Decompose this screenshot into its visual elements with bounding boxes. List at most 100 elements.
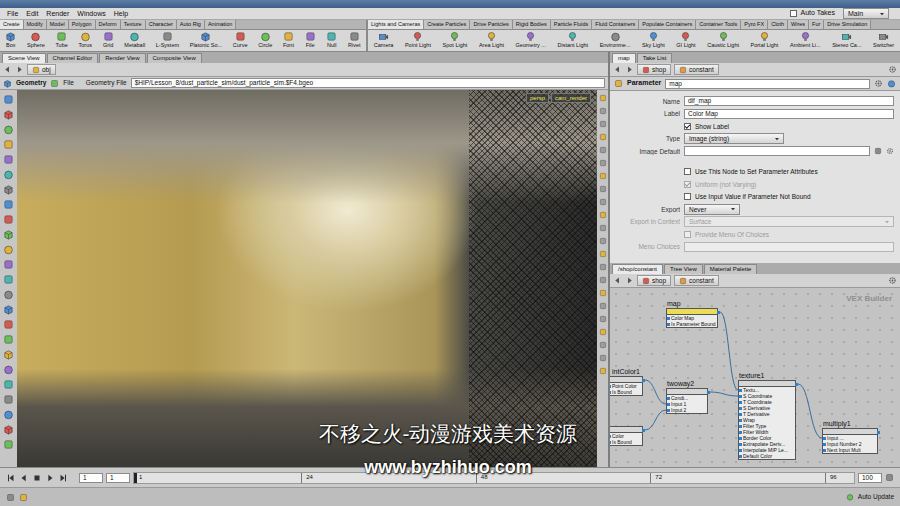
shelf-tool[interactable]: Geometry ... — [515, 30, 547, 51]
tool-icon[interactable] — [3, 184, 14, 195]
menu-item[interactable]: Windows — [73, 9, 109, 19]
node-input[interactable]: Condi... — [667, 395, 707, 401]
tool-icon[interactable] — [56, 31, 67, 42]
first-frame-icon[interactable] — [6, 473, 16, 483]
start-frame-field[interactable]: 1 — [79, 473, 103, 483]
vop-node[interactable]: multiply1Input ...Input Number 2Next Inp… — [822, 428, 878, 454]
sphere-icon[interactable] — [129, 31, 140, 42]
file-chooser-icon[interactable] — [874, 147, 882, 155]
viewport[interactable]: perspcam_render — [17, 90, 597, 467]
input-port[interactable] — [667, 323, 670, 326]
wire[interactable] — [645, 380, 666, 404]
shelf-tab[interactable]: Create — [0, 20, 24, 29]
display-option-icon[interactable] — [599, 289, 607, 297]
shelf-tab[interactable]: Modify — [24, 20, 47, 29]
node-input[interactable]: Border Color — [739, 435, 795, 441]
shelf-tool[interactable]: Switcher — [872, 30, 895, 51]
shelf-tab[interactable]: Wires — [788, 20, 809, 29]
wire[interactable] — [798, 384, 822, 438]
tool-icon[interactable] — [3, 199, 14, 210]
light-bulb-icon[interactable] — [486, 31, 497, 42]
tool-icon[interactable] — [3, 424, 14, 435]
shelf-tool[interactable]: Environme... — [599, 30, 632, 51]
display-option-icon[interactable] — [599, 120, 607, 128]
key-icon[interactable] — [885, 473, 894, 482]
tool-icon[interactable] — [3, 409, 14, 420]
vop-node[interactable]: ColorIs Bound — [610, 426, 643, 446]
node-input[interactable]: Is Parameter Bound — [667, 321, 717, 327]
input-port[interactable] — [739, 437, 742, 440]
light-bulb-icon[interactable] — [759, 31, 770, 42]
tool-icon[interactable] — [3, 229, 14, 240]
node-name-field[interactable]: map — [665, 79, 870, 89]
display-option-icon[interactable] — [599, 237, 607, 245]
sphere-icon[interactable] — [610, 31, 621, 42]
display-option-icon[interactable] — [599, 94, 607, 102]
stop-icon[interactable] — [32, 473, 42, 483]
shelf-tab[interactable]: Drive Simulation — [824, 20, 871, 29]
param-select[interactable]: Image (string) — [684, 133, 784, 144]
shelf-tool[interactable]: Spot Light — [442, 30, 469, 51]
pane-tab[interactable]: Composite View — [147, 53, 202, 63]
shelf-tab[interactable]: Rigid Bodies — [513, 20, 551, 29]
shelf-tool[interactable]: Distant Light — [556, 30, 589, 51]
gear-icon[interactable] — [874, 79, 883, 88]
network-canvas[interactable]: VEX BuildermapColor MapIs Parameter Boun… — [610, 288, 900, 467]
shelf-tool[interactable]: Portal Light — [750, 30, 780, 51]
input-port[interactable] — [739, 425, 742, 428]
gear-icon[interactable] — [888, 276, 897, 285]
node-input[interactable]: Extrapolate Deriv... — [739, 441, 795, 447]
tool-icon[interactable] — [305, 31, 316, 42]
pane-tab[interactable]: Channel Editor — [47, 53, 99, 63]
tool-icon[interactable] — [3, 259, 14, 270]
play-icon[interactable] — [45, 473, 55, 483]
vop-node[interactable]: mapColor MapIs Parameter Bound — [666, 308, 718, 328]
end-frame-field[interactable]: 100 — [858, 473, 882, 483]
sphere-icon[interactable] — [30, 31, 41, 42]
shelf-tool[interactable]: Sphere — [26, 30, 46, 51]
tool-icon[interactable] — [3, 379, 14, 390]
input-port[interactable] — [739, 389, 742, 392]
display-option-icon[interactable] — [599, 302, 607, 310]
camera-icon[interactable] — [878, 31, 889, 42]
display-option-icon[interactable] — [599, 185, 607, 193]
input-port[interactable] — [667, 317, 670, 320]
param-field[interactable]: Color Map — [684, 109, 894, 119]
node-input[interactable]: Textu... — [739, 387, 795, 393]
tool-icon[interactable] — [3, 214, 14, 225]
input-port[interactable] — [610, 385, 611, 388]
light-bulb-icon[interactable] — [718, 31, 729, 42]
input-port[interactable] — [739, 401, 742, 404]
node-input[interactable]: Color Map — [667, 315, 717, 321]
shelf-tab[interactable]: Character — [146, 20, 177, 29]
shelf-tab[interactable]: Lights and Cameras — [368, 20, 424, 29]
shelf-tool[interactable]: GI Light — [675, 30, 696, 51]
light-bulb-icon[interactable] — [567, 31, 578, 42]
shelf-tab[interactable]: Model — [47, 20, 69, 29]
display-option-icon[interactable] — [599, 146, 607, 154]
back-arrow-icon[interactable] — [3, 65, 12, 74]
step-back-icon[interactable] — [19, 473, 29, 483]
output-port[interactable] — [717, 311, 720, 314]
input-port[interactable] — [610, 441, 611, 444]
output-port[interactable] — [642, 379, 645, 382]
gear-icon[interactable] — [888, 65, 897, 74]
audio-icon[interactable] — [6, 493, 15, 502]
display-option-icon[interactable] — [599, 159, 607, 167]
node-input[interactable]: Input ... — [823, 435, 877, 441]
input-port[interactable] — [667, 403, 670, 406]
input-port[interactable] — [667, 409, 670, 412]
shelf-tool[interactable]: Ambient Li... — [789, 30, 822, 51]
last-frame-icon[interactable] — [58, 473, 68, 483]
node-input[interactable]: Is Bound — [610, 439, 642, 445]
shelf-tab[interactable]: Polygon — [69, 20, 96, 29]
input-port[interactable] — [739, 407, 742, 410]
node-input[interactable]: S Coordinate — [739, 393, 795, 399]
display-option-icon[interactable] — [599, 198, 607, 206]
input-port[interactable] — [667, 397, 670, 400]
node-input[interactable]: Input Number 2 — [823, 441, 877, 447]
tool-icon[interactable] — [283, 31, 294, 42]
viewport-button[interactable]: cam_render — [551, 93, 591, 103]
auto-takes[interactable]: Auto Takes — [790, 9, 835, 17]
display-option-icon[interactable] — [599, 172, 607, 180]
